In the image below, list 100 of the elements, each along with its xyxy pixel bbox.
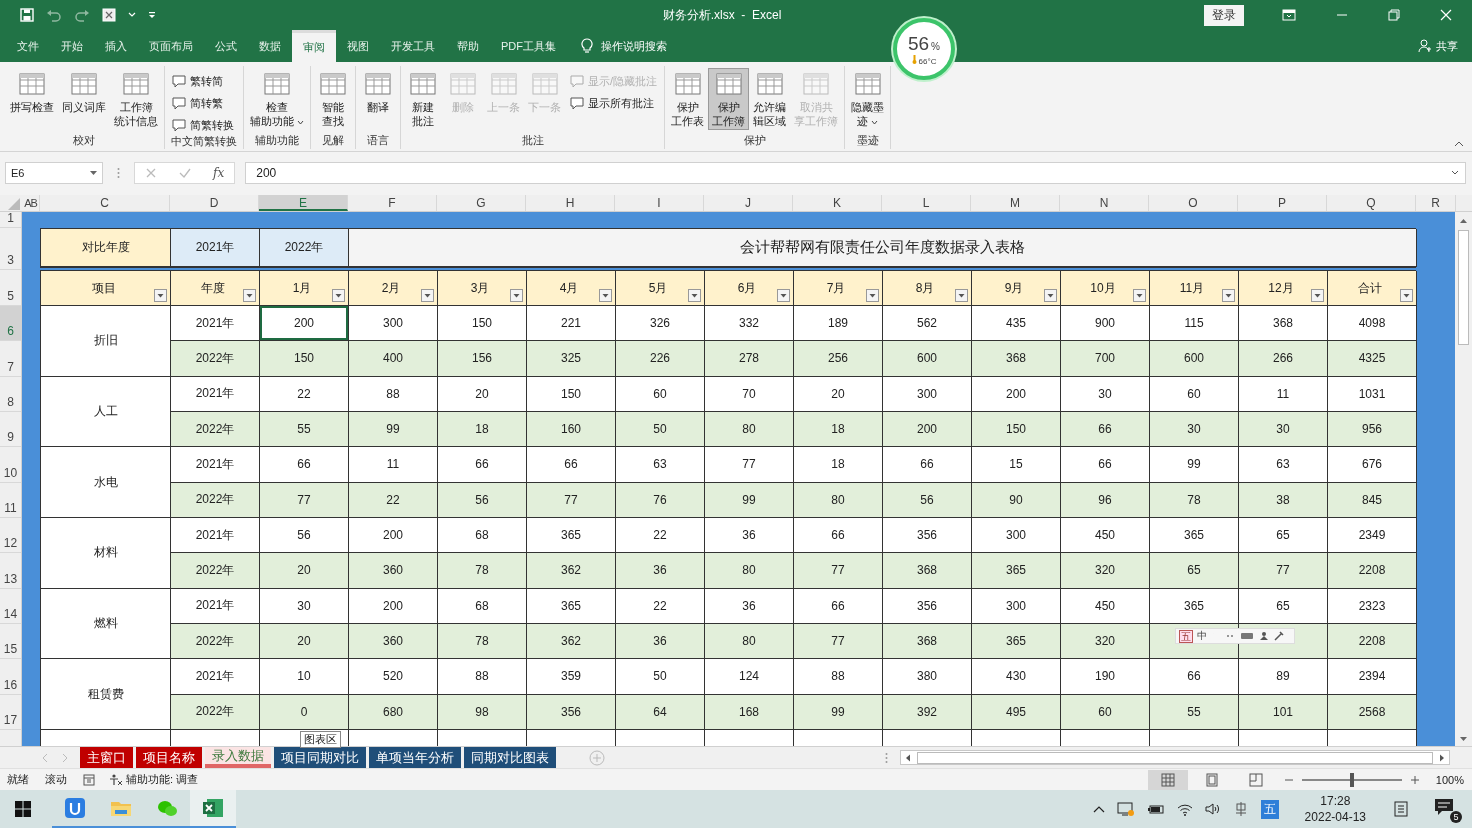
- ribbon-button[interactable]: 简繁转换: [171, 116, 235, 134]
- row-header[interactable]: 6: [0, 306, 21, 342]
- ribbon-button[interactable]: 检查 辅助功能: [246, 68, 308, 130]
- ribbon-tab[interactable]: PDF工具集: [490, 30, 567, 62]
- ribbon-tab[interactable]: 视图: [336, 30, 380, 62]
- ribbon-button[interactable]: 隐藏墨 迹: [847, 68, 889, 130]
- macro-icon[interactable]: [83, 773, 95, 786]
- ribbon-button[interactable]: 智能 查找: [313, 68, 353, 130]
- ribbon-button[interactable]: 显示所有批注: [569, 94, 659, 112]
- ribbon-tab[interactable]: 插入: [94, 30, 138, 62]
- column-header[interactable]: O: [1149, 195, 1238, 211]
- filter-dropdown-icon[interactable]: [1044, 289, 1057, 302]
- wifi-icon[interactable]: [1176, 802, 1193, 816]
- zoom-level[interactable]: 100%: [1435, 773, 1464, 786]
- lightbulb-icon[interactable]: [581, 38, 593, 54]
- chevron-up-icon[interactable]: [1092, 805, 1105, 813]
- row-header[interactable]: 1: [0, 212, 21, 228]
- ribbon-button[interactable]: 拼写检查: [6, 68, 58, 116]
- customize-icon[interactable]: [148, 11, 156, 19]
- column-header[interactable]: R: [1416, 195, 1456, 211]
- language-button[interactable]: 中: [1197, 629, 1207, 643]
- column-header[interactable]: K: [793, 195, 882, 211]
- ribbon-button[interactable]: 翻译: [358, 68, 398, 116]
- column-header[interactable]: N: [1060, 195, 1149, 211]
- filter-dropdown-icon[interactable]: [1222, 289, 1235, 302]
- filter-dropdown-icon[interactable]: [421, 289, 434, 302]
- monitor-icon[interactable]: [1116, 801, 1135, 817]
- restore-icon[interactable]: [1388, 9, 1400, 21]
- formula-input[interactable]: 200: [245, 162, 1466, 184]
- clock-date[interactable]: 2022-04-13: [1304, 809, 1366, 825]
- ribbon-button[interactable]: 工作簿 统计信息: [110, 68, 162, 130]
- row-header[interactable]: 3: [0, 228, 21, 270]
- ribbon-button[interactable]: 同义词库: [58, 68, 110, 116]
- row-header[interactable]: 12: [0, 517, 21, 554]
- caret-icon[interactable]: [128, 12, 136, 18]
- ribbon-button[interactable]: 简转繁: [171, 94, 235, 112]
- ribbon-button[interactable]: 新建 批注: [403, 68, 443, 130]
- accessibility-button[interactable]: 辅助功能: 调查: [109, 772, 199, 787]
- filter-dropdown-icon[interactable]: [955, 289, 968, 302]
- row-header[interactable]: 8: [0, 376, 21, 412]
- undo-icon[interactable]: [46, 8, 62, 22]
- row-header[interactable]: 15: [0, 623, 21, 660]
- filter-dropdown-icon[interactable]: [688, 289, 701, 302]
- ribbon-tab[interactable]: 页面布局: [138, 30, 204, 62]
- column-header[interactable]: F: [348, 195, 437, 211]
- close-icon[interactable]: [1440, 9, 1452, 21]
- notes-icon[interactable]: [1392, 800, 1410, 818]
- taskbar-app[interactable]: [190, 790, 236, 828]
- redo-icon[interactable]: [74, 8, 90, 22]
- filter-dropdown-icon[interactable]: [599, 289, 612, 302]
- expand-icon[interactable]: [1451, 170, 1459, 176]
- column-header[interactable]: J: [704, 195, 793, 211]
- ribbon-tab[interactable]: 文件: [6, 30, 50, 62]
- message-icon[interactable]: [1434, 798, 1454, 816]
- row-header[interactable]: 10: [0, 447, 21, 483]
- row-header[interactable]: 14: [0, 588, 21, 624]
- row-header[interactable]: 11: [0, 482, 21, 518]
- row-header[interactable]: 7: [0, 341, 21, 377]
- column-header[interactable]: I: [615, 195, 704, 211]
- scrollbar-thumb[interactable]: [1458, 230, 1469, 345]
- clock-time[interactable]: 17:28: [1320, 793, 1351, 809]
- insert-function-button[interactable]: fx: [213, 166, 225, 180]
- row-header[interactable]: 13: [0, 553, 21, 589]
- ribbon-tab[interactable]: 数据: [248, 30, 292, 62]
- sign-in-button[interactable]: 登录: [1204, 4, 1244, 26]
- filter-dropdown-icon[interactable]: [243, 289, 256, 302]
- share-button[interactable]: 共享: [1404, 30, 1472, 62]
- scrollbar-thumb[interactable]: [917, 751, 1433, 764]
- collapse-icon[interactable]: [1454, 141, 1464, 147]
- sheet-tab[interactable]: 录入数据: [205, 747, 271, 768]
- ribbon-tab[interactable]: 帮助: [446, 30, 490, 62]
- row-header[interactable]: 9: [0, 412, 21, 448]
- sheet-tab[interactable]: 单项当年分析: [369, 747, 461, 768]
- column-header[interactable]: M: [971, 195, 1060, 211]
- ribbon-button[interactable]: 允许编 辑区域: [749, 68, 791, 130]
- row-header[interactable]: 17: [0, 694, 21, 730]
- windows-icon[interactable]: [14, 800, 32, 818]
- ribbon-button[interactable]: 保护 工作表: [667, 68, 709, 130]
- filter-dropdown-icon[interactable]: [332, 289, 345, 302]
- column-header[interactable]: L: [882, 195, 971, 211]
- filter-dropdown-icon[interactable]: [1133, 289, 1146, 302]
- filter-dropdown-icon[interactable]: [866, 289, 879, 302]
- name-box[interactable]: E6: [5, 162, 103, 184]
- ribbon-tab[interactable]: 开发工具: [380, 30, 446, 62]
- row-header[interactable]: 16: [0, 659, 21, 695]
- filter-dropdown-icon[interactable]: [154, 289, 167, 302]
- input-mode-button[interactable]: 五: [1179, 629, 1193, 643]
- sheet-tab[interactable]: 同期对比图表: [464, 747, 556, 768]
- filter-dropdown-icon[interactable]: [1400, 289, 1413, 302]
- column-header[interactable]: E: [259, 195, 348, 211]
- normal-view-icon[interactable]: [1147, 769, 1188, 790]
- column-header[interactable]: G: [437, 195, 526, 211]
- zoom-in-icon[interactable]: [1409, 774, 1420, 785]
- ribbon-display-icon[interactable]: [1282, 9, 1296, 21]
- ribbon-tab[interactable]: 开始: [50, 30, 94, 62]
- sheet-tab[interactable]: 项目同期对比: [274, 747, 366, 768]
- sheet-tab[interactable]: 项目名称: [136, 747, 202, 768]
- slider-thumb[interactable]: [1349, 772, 1354, 787]
- column-header[interactable]: H: [526, 195, 615, 211]
- filter-dropdown-icon[interactable]: [1311, 289, 1324, 302]
